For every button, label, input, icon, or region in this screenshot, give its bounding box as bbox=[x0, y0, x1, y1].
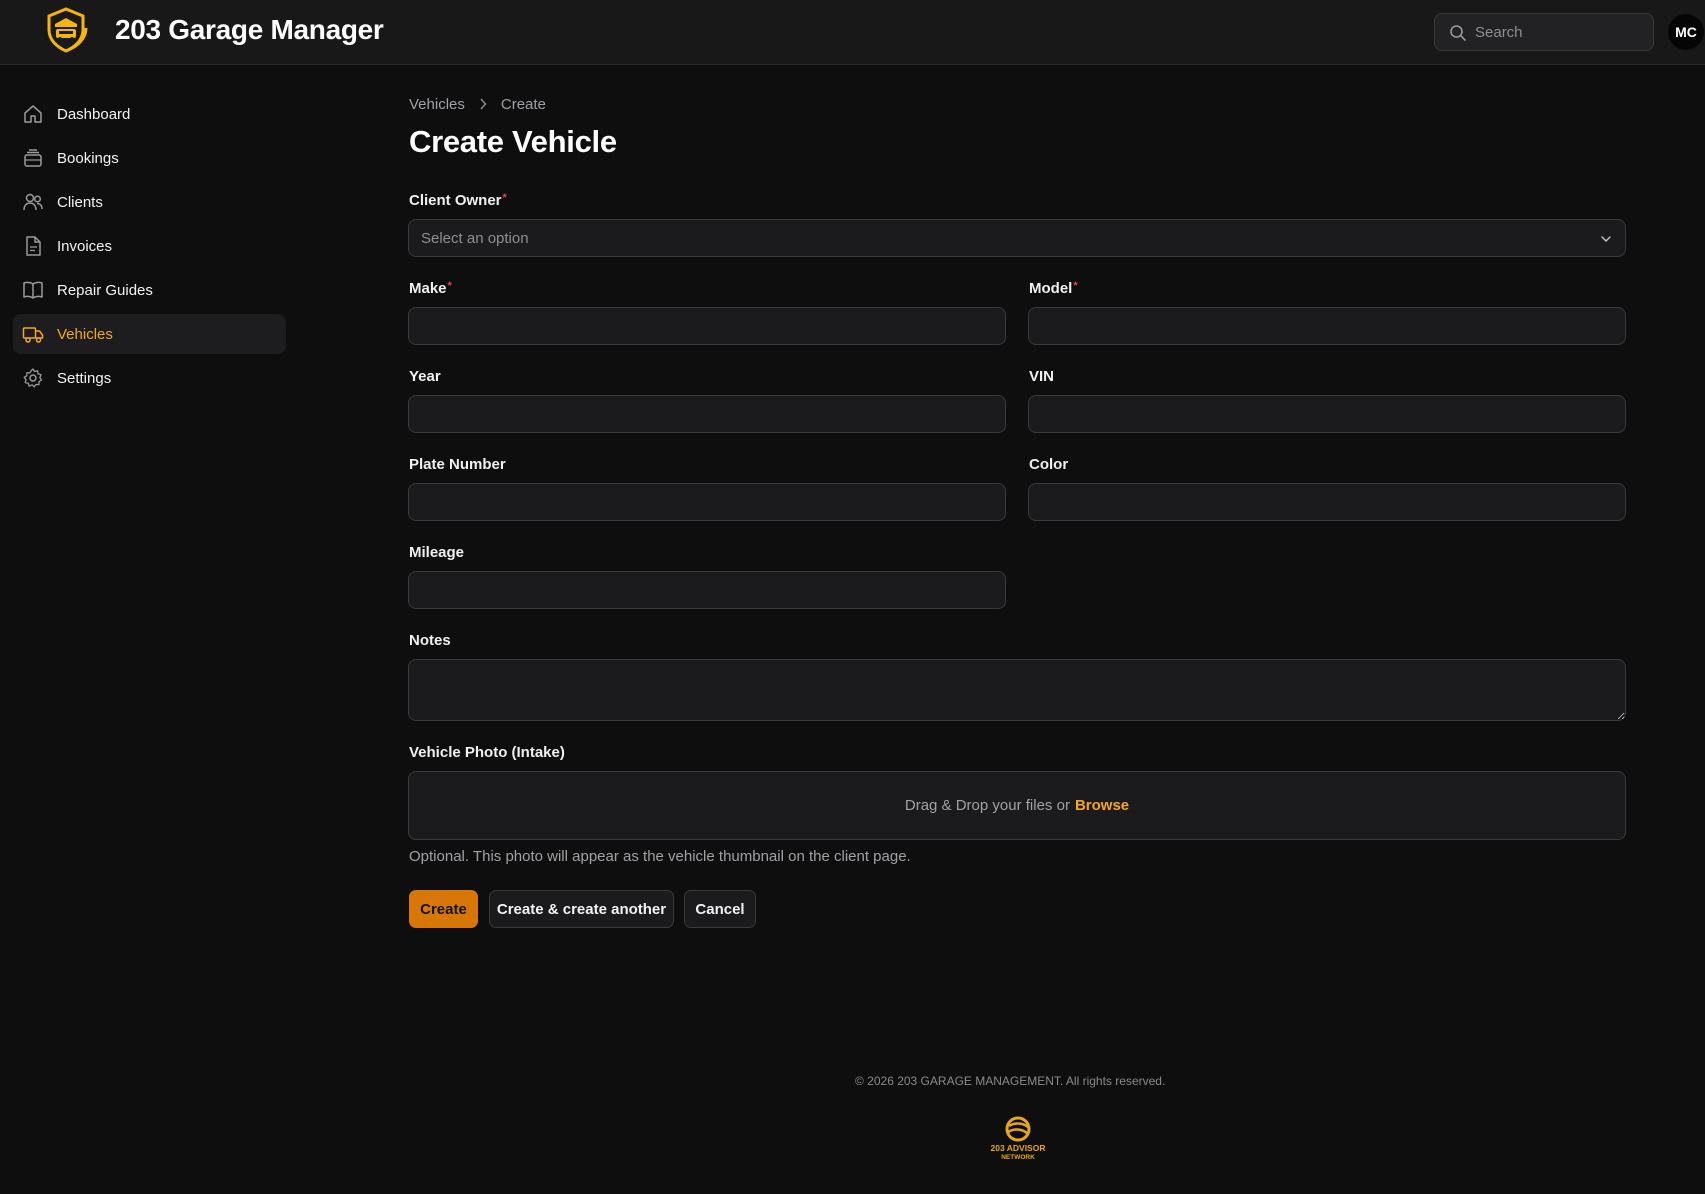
create-another-button[interactable]: Create & create another bbox=[489, 890, 674, 928]
sidebar-item-invoices[interactable]: Invoices bbox=[13, 226, 286, 266]
book-icon bbox=[23, 281, 43, 299]
make-input[interactable] bbox=[408, 307, 1006, 345]
photo-dropzone[interactable]: Drag & Drop your files or Browse bbox=[408, 771, 1626, 840]
advisor-network-logo[interactable]: 203 ADVISOR NETWORK bbox=[988, 1114, 1048, 1164]
user-avatar[interactable]: MC bbox=[1668, 14, 1704, 50]
make-label: Make* bbox=[409, 280, 452, 297]
required-mark: * bbox=[1073, 280, 1078, 292]
app-title: 203 Garage Manager bbox=[115, 14, 384, 45]
year-input[interactable] bbox=[408, 395, 1006, 433]
plate-number-label: Plate Number bbox=[409, 456, 506, 473]
client-owner-label: Client Owner* bbox=[409, 192, 507, 209]
gear-icon bbox=[23, 368, 43, 388]
browse-link[interactable]: Browse bbox=[1075, 797, 1129, 814]
plate-number-input[interactable] bbox=[408, 483, 1006, 521]
sidebar-item-repair-guides[interactable]: Repair Guides bbox=[13, 270, 286, 310]
mileage-label: Mileage bbox=[409, 544, 465, 561]
sidebar-item-dashboard[interactable]: Dashboard bbox=[13, 94, 286, 134]
sidebar-item-label: Bookings bbox=[57, 149, 119, 167]
top-bar: 203 Garage Manager MC bbox=[0, 0, 1705, 65]
required-mark: * bbox=[447, 280, 452, 292]
network-logo-line2: NETWORK bbox=[1001, 1154, 1035, 1161]
notes-textarea[interactable] bbox=[408, 659, 1626, 721]
mileage-input[interactable] bbox=[408, 571, 1006, 609]
truck-icon bbox=[22, 327, 44, 343]
sidebar-item-label: Clients bbox=[57, 193, 103, 211]
photo-helper-text: Optional. This photo will appear as the … bbox=[409, 848, 911, 865]
vin-input[interactable] bbox=[1028, 395, 1626, 433]
search-icon bbox=[1450, 25, 1466, 41]
dropzone-text: Drag & Drop your files or bbox=[904, 797, 1070, 814]
footer-copyright: © 2026 203 GARAGE MANAGEMENT. All rights… bbox=[855, 1074, 1166, 1088]
vehicle-photo-label: Vehicle Photo (Intake) bbox=[409, 744, 565, 761]
sidebar: Dashboard Bookings Clients Invoices Repa… bbox=[13, 94, 286, 402]
sidebar-item-label: Invoices bbox=[57, 237, 113, 255]
breadcrumb-link-vehicles[interactable]: Vehicles bbox=[409, 96, 465, 113]
global-search[interactable] bbox=[1434, 13, 1654, 51]
chevron-down-icon bbox=[1601, 236, 1611, 243]
search-input[interactable] bbox=[1475, 14, 1645, 50]
cancel-button[interactable]: Cancel bbox=[684, 890, 756, 928]
document-icon bbox=[26, 236, 41, 256]
sidebar-item-settings[interactable]: Settings bbox=[13, 358, 286, 398]
required-mark: * bbox=[502, 192, 507, 204]
garage-shield-logo[interactable] bbox=[42, 6, 90, 54]
sidebar-item-clients[interactable]: Clients bbox=[13, 182, 286, 222]
select-placeholder: Select an option bbox=[421, 230, 529, 247]
sidebar-item-label: Repair Guides bbox=[57, 281, 153, 299]
chevron-right-icon bbox=[479, 97, 487, 113]
breadcrumb-current: Create bbox=[500, 96, 546, 113]
model-input[interactable] bbox=[1028, 307, 1626, 345]
users-icon bbox=[23, 193, 43, 211]
sidebar-item-vehicles[interactable]: Vehicles bbox=[13, 314, 286, 354]
network-logo-line1: 203 ADVISOR bbox=[991, 1143, 1046, 1153]
breadcrumb: Vehicles Create bbox=[409, 96, 546, 113]
inbox-stack-icon bbox=[24, 149, 42, 167]
model-label: Model* bbox=[1029, 280, 1078, 297]
create-button[interactable]: Create bbox=[409, 890, 478, 928]
year-label: Year bbox=[409, 368, 441, 385]
notes-label: Notes bbox=[409, 632, 451, 649]
client-owner-select[interactable]: Select an option bbox=[408, 219, 1626, 257]
sidebar-item-label: Vehicles bbox=[57, 325, 113, 343]
color-input[interactable] bbox=[1028, 483, 1626, 521]
color-label: Color bbox=[1029, 456, 1069, 473]
page-title: Create Vehicle bbox=[409, 124, 617, 159]
home-icon bbox=[24, 105, 42, 123]
sidebar-item-bookings[interactable]: Bookings bbox=[13, 138, 286, 178]
sidebar-item-label: Dashboard bbox=[57, 105, 131, 123]
sidebar-item-label: Settings bbox=[57, 369, 112, 387]
vin-label: VIN bbox=[1029, 368, 1055, 385]
